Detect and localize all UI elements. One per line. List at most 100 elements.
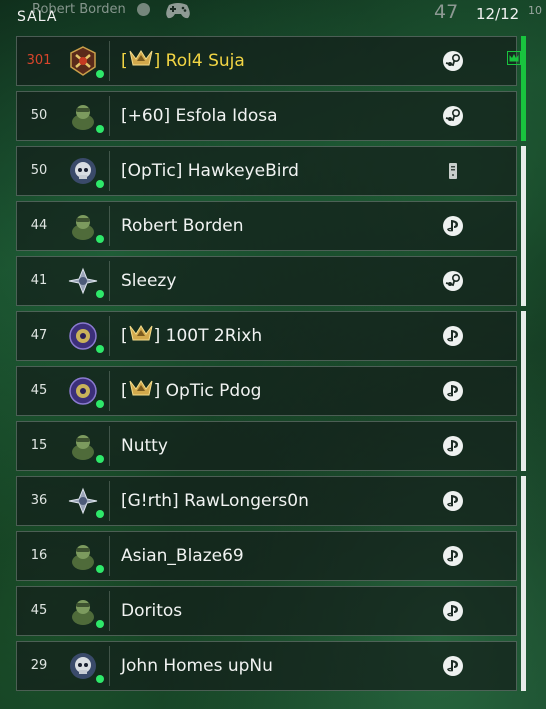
- party-group-bar: [521, 311, 526, 471]
- player-name: [] 100T 2Rixh: [121, 312, 262, 360]
- row-divider: [109, 316, 110, 356]
- player-rank: 44: [30, 218, 48, 233]
- player-count: 12/12: [476, 5, 520, 23]
- soldier-emblem-icon: [72, 545, 94, 570]
- player-row[interactable]: 301 [] Rol4 Suja: [16, 36, 521, 86]
- player-gamertag: ] OpTic Pdog: [153, 381, 262, 401]
- prestige-emblem-icon: [70, 46, 96, 76]
- player-name: Doritos: [121, 587, 182, 635]
- player-rank: 47: [30, 328, 48, 343]
- clan-badge-icon: [129, 50, 153, 66]
- orb-emblem-icon: [69, 322, 97, 350]
- online-status-icon: [96, 180, 104, 188]
- online-status-icon: [96, 235, 104, 243]
- playstation-icon: [443, 216, 463, 236]
- player-row[interactable]: 50 [OpTic] HawkeyeBird: [16, 146, 517, 196]
- player-name: [OpTic] HawkeyeBird: [121, 147, 299, 195]
- row-divider: [109, 426, 110, 466]
- player-name: [] Rol4 Suja: [121, 37, 245, 85]
- skull-emblem-icon: [70, 653, 96, 679]
- player-rank: 41: [30, 273, 48, 288]
- clan-badge-icon: [129, 380, 153, 396]
- player-gamertag: Nutty: [121, 436, 168, 456]
- player-row[interactable]: 16 Asian_Blaze69: [16, 531, 517, 581]
- player-row[interactable]: 45 [] OpTic Pdog: [16, 366, 517, 416]
- player-row[interactable]: 47 [] 100T 2Rixh: [16, 311, 517, 361]
- player-level: 47: [434, 1, 459, 23]
- online-status-icon: [96, 125, 104, 133]
- steam-icon: [443, 106, 463, 126]
- player-name: Sleezy: [121, 257, 176, 305]
- lobby-title: SALA: [17, 9, 58, 25]
- player-rank: 45: [30, 383, 48, 398]
- online-status-icon: [96, 290, 104, 298]
- online-status-icon: [96, 565, 104, 573]
- player-row[interactable]: 15 Nutty: [16, 421, 517, 471]
- online-status-icon: [96, 400, 104, 408]
- player-gamertag: Sleezy: [121, 271, 177, 291]
- playstation-icon: [137, 3, 150, 16]
- player-gamertag: ] Rol4 Suja: [153, 51, 245, 71]
- player-name: John Homes upNu: [121, 642, 273, 690]
- player-name: [+60] Esfola Idosa: [121, 92, 278, 140]
- player-name: Asian_Blaze69: [121, 532, 244, 580]
- online-status-icon: [96, 345, 104, 353]
- player-name: Robert Borden: [121, 202, 244, 250]
- playstation-icon: [443, 326, 463, 346]
- playstation-icon: [443, 546, 463, 566]
- steam-icon: [443, 271, 463, 291]
- party-group-bar: [521, 36, 526, 141]
- lobby-header: Robert Borden SALA 47 12/12 10: [0, 0, 546, 30]
- soldier-emblem-icon: [72, 215, 94, 240]
- player-gamertag: ] 100T 2Rixh: [153, 326, 263, 346]
- corner-indicator: 10: [528, 4, 542, 17]
- player-row[interactable]: 41 Sleezy: [16, 256, 517, 306]
- player-rank: 301: [26, 53, 52, 68]
- online-status-icon: [96, 620, 104, 628]
- steam-icon: [443, 51, 463, 71]
- player-gamertag: [+60] Esfola Idosa: [121, 106, 278, 126]
- player-rank: 50: [30, 163, 48, 178]
- playstation-icon: [443, 436, 463, 456]
- row-divider: [109, 41, 110, 81]
- controller-icon: [166, 3, 190, 19]
- row-divider: [109, 646, 110, 686]
- player-row[interactable]: 29 John Homes upNu: [16, 641, 517, 691]
- playstation-icon: [443, 491, 463, 511]
- playstation-icon: [443, 381, 463, 401]
- winged-emblem-icon: [68, 267, 98, 295]
- online-status-icon: [96, 510, 104, 518]
- row-divider: [109, 481, 110, 521]
- player-row[interactable]: 50 [+60] Esfola Idosa: [16, 91, 517, 141]
- winged-emblem-icon: [68, 487, 98, 515]
- player-gamertag: Robert Borden: [121, 216, 244, 236]
- player-rank: 50: [30, 108, 48, 123]
- battlenet-icon: [449, 163, 457, 179]
- soldier-emblem-icon: [72, 435, 94, 460]
- party-leader-crown-icon: [507, 51, 521, 65]
- row-divider: [109, 96, 110, 136]
- player-rank: 16: [30, 548, 48, 563]
- player-gamertag: John Homes upNu: [121, 656, 273, 676]
- player-rank: 36: [30, 493, 48, 508]
- player-row[interactable]: 36 [G!rth] RawLongers0n: [16, 476, 517, 526]
- player-gamertag: [OpTic] HawkeyeBird: [121, 161, 299, 181]
- player-rank: 15: [30, 438, 48, 453]
- row-divider: [109, 206, 110, 246]
- player-name: [G!rth] RawLongers0n: [121, 477, 309, 525]
- row-divider: [109, 591, 110, 631]
- clan-badge-icon: [129, 325, 153, 341]
- playstation-icon: [443, 656, 463, 676]
- soldier-emblem-icon: [72, 600, 94, 625]
- row-divider: [109, 151, 110, 191]
- online-status-icon: [96, 70, 104, 78]
- soldier-emblem-icon: [72, 105, 94, 130]
- player-name: Nutty: [121, 422, 168, 470]
- player-gamertag: [G!rth] RawLongers0n: [121, 491, 309, 511]
- player-rank: 45: [30, 603, 48, 618]
- player-row[interactable]: 44 Robert Borden: [16, 201, 517, 251]
- player-row[interactable]: 45 Doritos: [16, 586, 517, 636]
- player-name: [] OpTic Pdog: [121, 367, 261, 415]
- playstation-icon: [443, 601, 463, 621]
- online-status-icon: [96, 455, 104, 463]
